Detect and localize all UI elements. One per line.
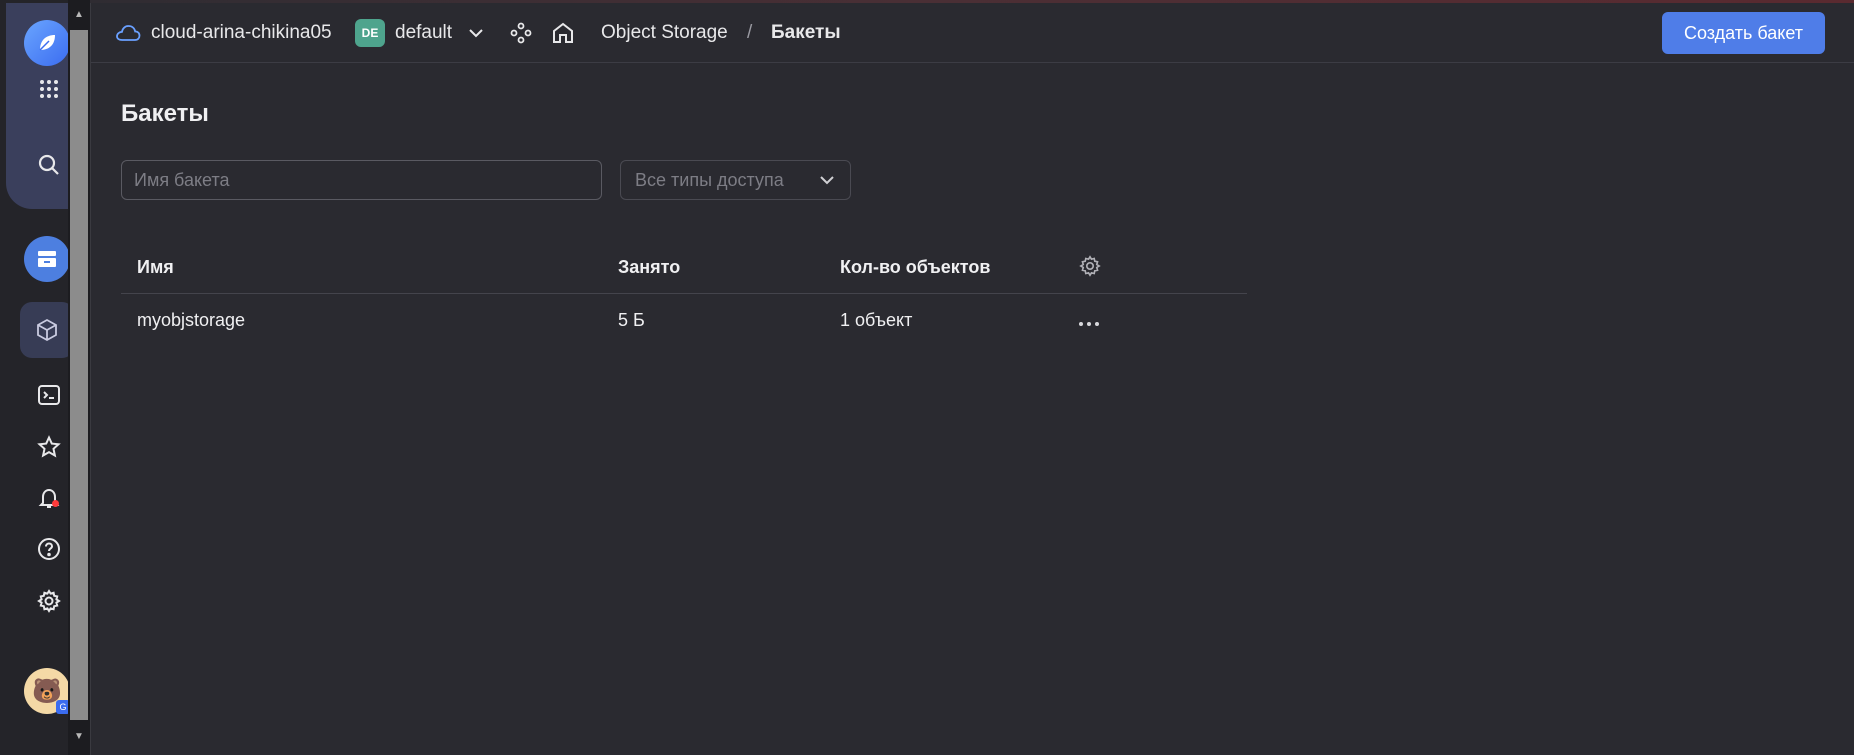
- bucket-name-search-input[interactable]: [121, 160, 602, 200]
- bell-icon[interactable]: [24, 473, 74, 523]
- services-graph-icon[interactable]: [509, 3, 533, 63]
- main-content: cloud-arina-chikina05 DE default Object …: [90, 3, 1854, 755]
- breadcrumb-separator: /: [747, 22, 753, 43]
- gear-icon[interactable]: [24, 576, 74, 626]
- breadcrumb-current: Бакеты: [771, 22, 841, 43]
- cloud-name[interactable]: cloud-arina-chikina05: [151, 3, 332, 63]
- terminal-icon[interactable]: [24, 370, 74, 420]
- chevron-down-icon[interactable]: [467, 3, 485, 63]
- help-icon[interactable]: [24, 524, 74, 574]
- scrollbar-thumb[interactable]: [70, 30, 88, 720]
- bucket-objects-cell: 1 объект: [840, 310, 913, 330]
- table-settings-gear-icon[interactable]: [1079, 255, 1101, 277]
- table-row[interactable]: myobjstorage 5 Б 1 объект: [121, 294, 1247, 354]
- folder-badge[interactable]: DE: [355, 3, 385, 63]
- notification-dot: [52, 500, 59, 507]
- bucket-name-cell[interactable]: myobjstorage: [137, 310, 245, 331]
- search-icon[interactable]: [24, 140, 74, 190]
- create-bucket-button[interactable]: Создать бакет: [1662, 12, 1825, 54]
- apps-grid-icon[interactable]: [24, 64, 74, 114]
- top-header: cloud-arina-chikina05 DE default Object …: [91, 3, 1854, 63]
- column-header-size[interactable]: Занято: [618, 257, 680, 278]
- access-type-select[interactable]: Все типы доступа: [620, 160, 851, 200]
- home-icon[interactable]: [551, 3, 575, 63]
- logo-icon[interactable]: [24, 20, 70, 66]
- star-icon[interactable]: [24, 422, 74, 472]
- cube-icon[interactable]: [20, 302, 74, 358]
- breadcrumb-service[interactable]: Object Storage: [601, 3, 728, 63]
- left-rail: 🐻 G: [0, 0, 74, 755]
- column-header-name[interactable]: Имя: [137, 257, 174, 278]
- storage-service-icon[interactable]: [24, 236, 70, 282]
- column-header-objects[interactable]: Кол-во объектов: [840, 257, 990, 278]
- access-type-select-value: Все типы доступа: [635, 169, 784, 190]
- chevron-down-icon: [818, 171, 836, 189]
- page-title: Бакеты: [121, 100, 209, 127]
- cloud-icon: [115, 3, 141, 63]
- bucket-size-cell: 5 Б: [618, 310, 645, 330]
- row-actions-more-icon[interactable]: [1077, 320, 1101, 328]
- folder-name[interactable]: default: [395, 3, 452, 63]
- folder-badge-label: DE: [355, 19, 385, 47]
- scroll-up-arrow[interactable]: ▲: [70, 6, 88, 24]
- scroll-down-arrow[interactable]: ▼: [70, 728, 88, 746]
